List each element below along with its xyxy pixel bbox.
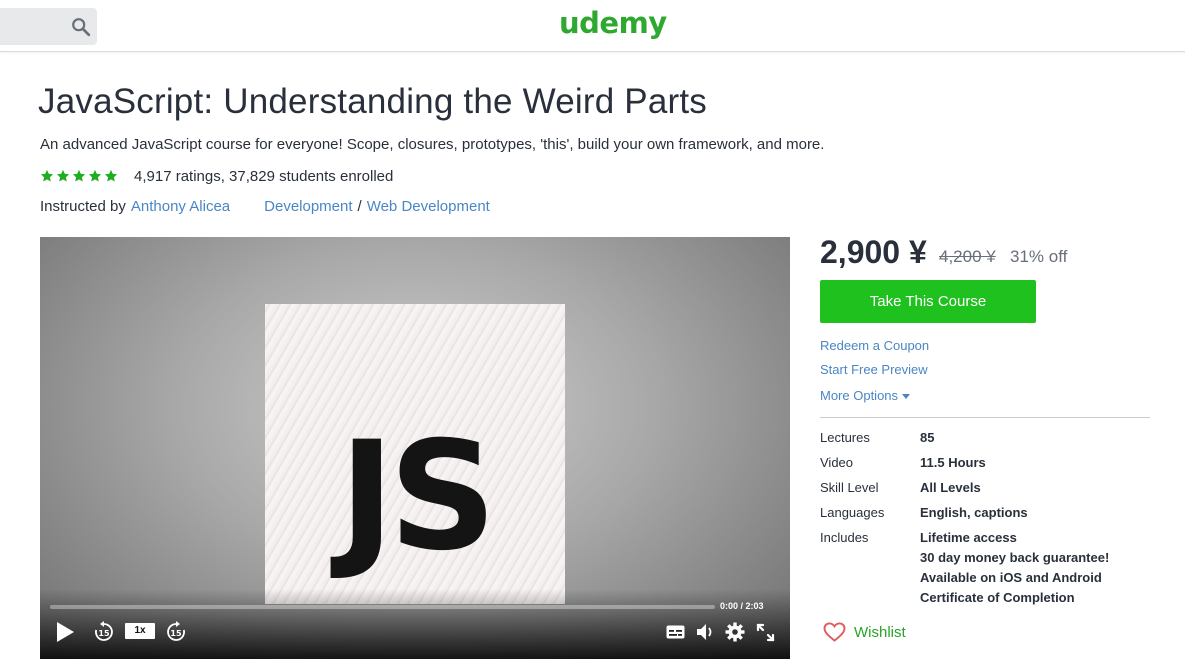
course-poster-image: JS — [265, 304, 565, 604]
includes-item-mobile: Available on iOS and Android — [920, 570, 1102, 585]
search-box[interactable] — [0, 8, 97, 45]
caret-down-icon — [902, 394, 911, 400]
spec-label-skill-level: Skill Level — [820, 480, 879, 495]
spec-label-video: Video — [820, 455, 854, 470]
star-icon — [56, 169, 70, 182]
course-title: JavaScript: Understanding the Weird Part… — [38, 82, 707, 121]
volume-icon — [697, 624, 712, 640]
star-icon — [72, 169, 86, 182]
star-icon — [104, 169, 118, 182]
subcategory-link[interactable]: Web Development — [367, 198, 490, 215]
category-link[interactable]: Development — [264, 198, 352, 215]
wishlist-label: Wishlist — [854, 623, 906, 641]
ratings-count: 4,917 ratings, 37,829 students enrolled — [134, 167, 394, 185]
spec-value-includes: Lifetime access — [920, 530, 1017, 545]
spec-value-languages: English, captions — [920, 505, 1028, 520]
heart-icon — [823, 622, 846, 642]
instructor-row: Instructed by Anthony Alicea Development… — [40, 198, 490, 215]
video-player[interactable]: JS 0:00 / 2:03 15 1x 15 — [40, 237, 790, 659]
category-separator: / — [357, 198, 362, 215]
video-progress-bar[interactable] — [50, 605, 715, 609]
captions-icon — [666, 625, 684, 639]
poster-js-text: JS — [339, 410, 497, 584]
play-button[interactable] — [54, 621, 76, 643]
sidebar-divider — [820, 417, 1150, 418]
instructor-link[interactable]: Anthony Alicea — [131, 198, 230, 215]
rating-row: 4,917 ratings, 37,829 students enrolled — [40, 167, 393, 185]
rating-stars — [40, 169, 118, 183]
settings-icon — [725, 622, 745, 642]
spec-label-languages: Languages — [820, 505, 885, 520]
play-icon — [57, 622, 74, 642]
fullscreen-button[interactable] — [754, 621, 776, 643]
spec-value-skill-level: All Levels — [920, 480, 981, 495]
redeem-coupon-link[interactable]: Redeem a Coupon — [820, 338, 929, 353]
wishlist-button[interactable]: Wishlist — [823, 622, 906, 642]
spec-value-lectures: 85 — [920, 430, 935, 445]
includes-item-guarantee: 30 day money back guarantee! — [920, 550, 1110, 565]
instructed-by-label: Instructed by — [40, 198, 126, 215]
captions-button[interactable] — [665, 621, 685, 643]
volume-button[interactable] — [695, 621, 717, 643]
svg-text:15: 15 — [98, 629, 110, 638]
star-icon — [88, 169, 102, 182]
top-navbar: udemy — [0, 0, 1185, 52]
rewind-15-icon: 15 — [95, 621, 113, 641]
spec-label-lectures: Lectures — [820, 430, 870, 445]
spec-label-includes: Includes — [820, 530, 869, 545]
take-this-course-button[interactable]: Take This Course — [820, 280, 1036, 323]
search-icon[interactable] — [70, 16, 92, 38]
playback-speed-button[interactable]: 1x — [125, 623, 155, 639]
settings-button[interactable] — [724, 621, 746, 643]
forward-15-button[interactable]: 15 — [164, 621, 188, 643]
udemy-logo[interactable]: udemy — [559, 6, 667, 40]
discount-badge: 31% off — [1010, 247, 1068, 266]
forward-15-icon: 15 — [167, 621, 185, 641]
start-free-preview-link[interactable]: Start Free Preview — [820, 362, 928, 377]
current-price: 2,900 ¥ — [820, 234, 927, 270]
includes-item-certificate: Certificate of Completion — [920, 590, 1075, 605]
video-time: 0:00 / 2:03 — [720, 601, 764, 611]
fullscreen-icon — [756, 623, 774, 641]
original-price: 4,200 ¥ — [939, 247, 996, 266]
spec-value-video: 11.5 Hours — [920, 455, 986, 470]
star-icon — [40, 169, 54, 182]
more-options-label: More Options — [820, 388, 899, 403]
rewind-15-button[interactable]: 15 — [92, 621, 116, 643]
svg-text:15: 15 — [170, 629, 182, 638]
course-subtitle: An advanced JavaScript course for everyo… — [40, 136, 825, 153]
more-options-dropdown[interactable]: More Options — [820, 388, 911, 403]
